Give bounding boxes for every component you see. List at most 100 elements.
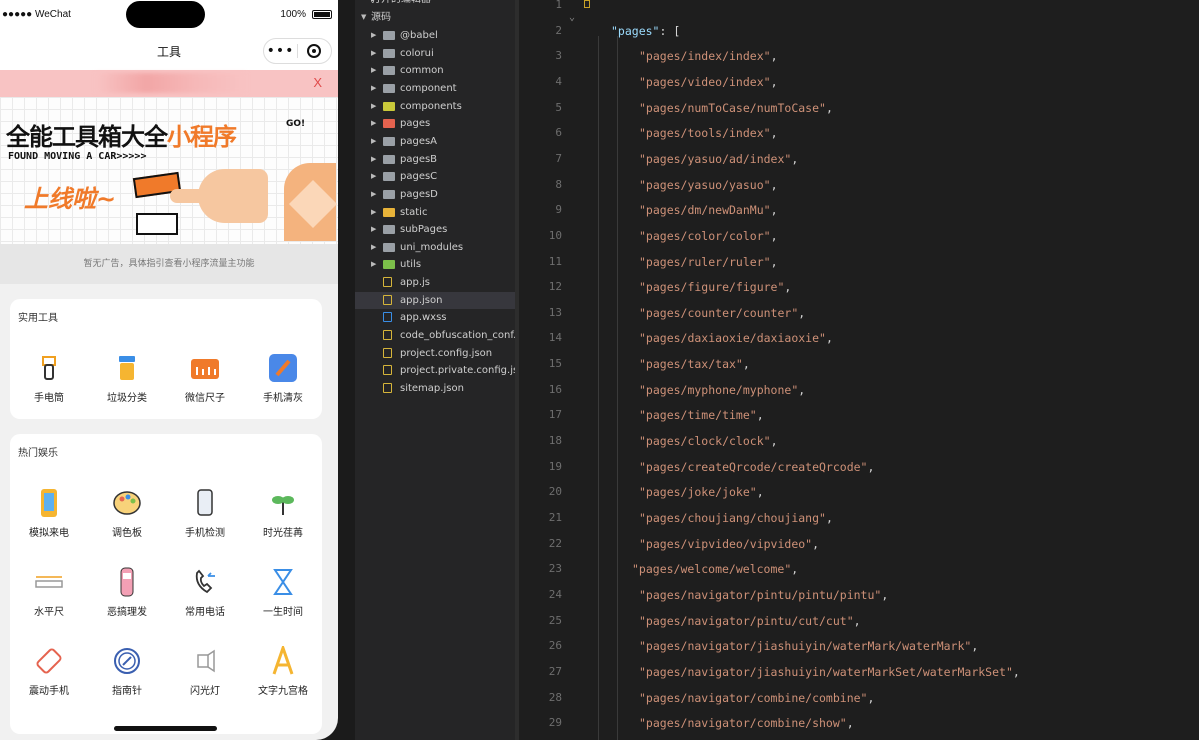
- folder-pagesc[interactable]: ▶ pagesC: [355, 168, 515, 185]
- folder-component[interactable]: ▶ component: [355, 80, 515, 97]
- folder-pagesb[interactable]: ▶ pagesB: [355, 151, 515, 168]
- line-number: 12: [548, 280, 562, 294]
- tree-item-label: components: [400, 100, 462, 112]
- source-root[interactable]: ▼ 源码: [355, 9, 515, 26]
- chevron-right-icon: ▶: [371, 189, 377, 198]
- file-project-config-json[interactable]: project.config.json: [355, 345, 515, 362]
- ticket-icon: [136, 213, 178, 235]
- json-punct: ,: [770, 49, 778, 64]
- json-punct: ,: [1012, 664, 1020, 679]
- tool-lifetime[interactable]: 一生时间: [244, 567, 322, 618]
- folder-utils[interactable]: ▶ utils: [355, 256, 515, 273]
- line-number: 15: [548, 357, 562, 371]
- code-editor[interactable]: 1 2 3 4 5 6 7 8 9 10 11 12 13 14 15 16 17 18 19 20 21 22 23 24 2…: [519, 0, 1199, 740]
- level-ruler-icon: [34, 567, 64, 597]
- tool-phone-clean[interactable]: 手机清灰: [244, 353, 322, 404]
- line-number: 13: [548, 305, 562, 319]
- tool-strobe[interactable]: 闪光灯: [166, 646, 244, 697]
- line-number: 22: [548, 536, 562, 550]
- tool-vibrate[interactable]: 震动手机: [10, 646, 88, 697]
- ad-close-button[interactable]: X: [313, 75, 322, 90]
- banner-image[interactable]: 全能工具箱大全小程序 FOUND MOVING A CAR>>>>> 上线啦~ …: [0, 97, 338, 244]
- open-editors-header[interactable]: ▶打开的编辑器: [355, 0, 515, 8]
- line-number: 25: [548, 613, 562, 627]
- tree-item-label: pages: [400, 118, 431, 130]
- folder-static[interactable]: ▶ static: [355, 204, 515, 221]
- code-line: "pages/yasuo/ad/index",: [639, 152, 798, 166]
- folder-pagesa[interactable]: ▶ pagesA: [355, 133, 515, 150]
- file-icon: [383, 312, 392, 323]
- chevron-right-icon: ▶: [371, 66, 377, 75]
- tree-item-label: app.js: [400, 277, 430, 289]
- line-number: 6: [555, 126, 562, 140]
- chevron-right-icon: ▶: [371, 242, 377, 251]
- json-punct: ,: [971, 639, 979, 654]
- phone-icon: [190, 567, 220, 597]
- line-number: 16: [548, 382, 562, 396]
- tool-text-grid[interactable]: 文字九宫格: [244, 643, 322, 697]
- chevron-down-icon[interactable]: ⌄: [569, 12, 575, 23]
- folder-pagesd[interactable]: ▶ pagesD: [355, 186, 515, 203]
- line-number: 14: [548, 331, 562, 345]
- close-miniprogram-button[interactable]: [298, 44, 331, 58]
- file-sitemap-json[interactable]: sitemap.json: [355, 380, 515, 397]
- ad-notice: 暂无广告，具体指引查看小程序流量主功能: [0, 244, 338, 284]
- folder-icon: [383, 136, 395, 146]
- json-punct: ,: [770, 254, 778, 269]
- tool-time-passing[interactable]: 时光荏苒: [244, 488, 322, 539]
- file-app-json[interactable]: app.json: [355, 291, 515, 309]
- folder-components[interactable]: ▶ components: [355, 98, 515, 115]
- tool-compass[interactable]: 指南针: [88, 646, 166, 697]
- json-string: "pages/index/index": [639, 49, 771, 64]
- tool-palette[interactable]: 调色板: [88, 488, 166, 539]
- tool-fake-call[interactable]: 模拟来电: [10, 488, 88, 539]
- json-string: "pages/navigator/combine/show": [639, 716, 847, 731]
- json-string: "pages/dm/newDanMu": [639, 203, 771, 218]
- folder-common[interactable]: ▶ common: [355, 62, 515, 79]
- chevron-right-icon: ▶: [371, 136, 377, 145]
- tool-prank-haircut[interactable]: 恶搞理发: [88, 567, 166, 618]
- tree-item-label: colorui: [400, 47, 434, 59]
- file-app-wxss[interactable]: app.wxss: [355, 309, 515, 326]
- tool-phone-check[interactable]: 手机检测: [166, 488, 244, 539]
- json-string: "pages/myphone/myphone": [639, 382, 799, 397]
- folder-icon: [383, 83, 395, 93]
- tool-flashlight[interactable]: 手电筒: [10, 353, 88, 404]
- chevron-right-icon: ▶: [371, 83, 377, 92]
- json-string: "pages/yasuo/ad/index": [639, 151, 792, 166]
- chevron-right-icon: ▶: [371, 172, 377, 181]
- folder--babel[interactable]: ▶ @babel: [355, 27, 515, 44]
- json-punct: ,: [770, 74, 778, 89]
- file-app-js[interactable]: app.js: [355, 274, 515, 291]
- file-code-obfuscation-conf-[interactable]: code_obfuscation_conf...: [355, 327, 515, 344]
- folder-icon: [383, 242, 395, 252]
- tree-item-label: pagesB: [400, 153, 438, 165]
- tree-item-label: utils: [400, 259, 422, 271]
- folder-pages[interactable]: ▶ pages: [355, 115, 515, 132]
- chevron-right-icon: ▶: [371, 119, 377, 128]
- more-button[interactable]: •••: [264, 38, 297, 64]
- code-line: "pages/figure/figure",: [639, 280, 791, 294]
- json-string: "pages/welcome/welcome": [632, 562, 792, 577]
- practical-tools-card: 实用工具 手电筒 垃圾分类 微信尺子 手机清灰: [10, 299, 322, 419]
- tool-garbage-sort[interactable]: 垃圾分类: [88, 353, 166, 404]
- tree-item-label: static: [400, 206, 428, 218]
- json-key: "pages": [611, 23, 660, 38]
- folder-colorui[interactable]: ▶ colorui: [355, 45, 515, 62]
- nav-bar: 工具 •••: [0, 30, 338, 70]
- letter-a-icon: [268, 643, 298, 676]
- folder-uni-modules[interactable]: ▶ uni_modules: [355, 239, 515, 256]
- sprout-icon: [268, 488, 298, 518]
- file-project-private-config-js-[interactable]: project.private.config.js...: [355, 362, 515, 379]
- tool-common-phone[interactable]: 常用电话: [166, 567, 244, 618]
- json-string: "pages/navigator/jiashuiyin/waterMark/wa…: [639, 639, 972, 654]
- fold-marker: [584, 0, 590, 8]
- code-line: "pages/yasuo/yasuo",: [639, 178, 778, 192]
- json-string: "pages/daxiaoxie/daxiaoxie": [639, 331, 826, 346]
- folder-subpages[interactable]: ▶ subPages: [355, 221, 515, 238]
- hot-entertainment-card: 热门娱乐 模拟来电 调色板 手机检测 时光荏苒 水平尺 恶搞理发 常用电话 一生…: [10, 434, 322, 734]
- section-title: 实用工具: [18, 313, 58, 324]
- tool-level[interactable]: 水平尺: [10, 567, 88, 618]
- tool-ruler[interactable]: 微信尺子: [166, 353, 244, 404]
- code-line: "pages/welcome/welcome",: [632, 562, 798, 576]
